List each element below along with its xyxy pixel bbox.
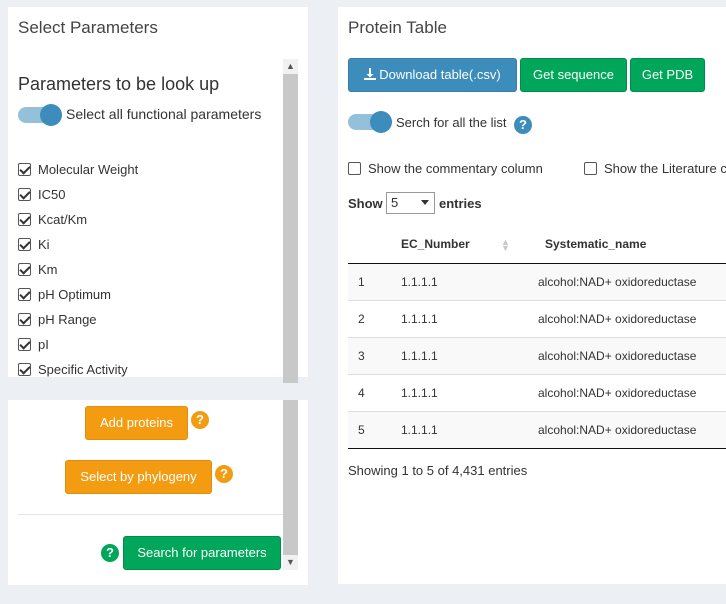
checkbox[interactable] (18, 362, 31, 376)
search-for-parameters-button[interactable]: Search for parameters (123, 536, 281, 570)
question-circle-icon[interactable]: ? (514, 116, 532, 134)
show-label: Show (348, 196, 383, 211)
get-sequence-button[interactable]: Get sequence (520, 58, 627, 92)
param-checkbox-molecular-weight[interactable]: Molecular Weight (18, 160, 138, 178)
sort-icon: ▲ ▼ (501, 236, 510, 253)
param-checkbox-ph-optimum[interactable]: pH Optimum (18, 285, 111, 303)
checkbox[interactable] (18, 287, 31, 301)
show-literature-checkbox[interactable]: Show the Literature c (584, 160, 726, 176)
panel-title: Select Parameters (18, 18, 158, 37)
checkbox[interactable] (18, 262, 31, 276)
checkbox[interactable] (18, 162, 31, 176)
param-checkbox-ic50[interactable]: IC50 (18, 185, 65, 203)
protein-table-panel: Protein Table Download table(.csv) Get s… (338, 7, 726, 584)
param-checkbox-km[interactable]: Km (18, 260, 58, 278)
actions-panel: Add proteins ? Select by phylogeny ? ? S… (8, 400, 308, 585)
divider (18, 514, 288, 515)
checkbox[interactable] (18, 237, 31, 251)
select-all-label: Select all functional parameters (66, 106, 262, 122)
column-header-ec-number[interactable]: EC_Number ▲ ▼ (400, 225, 537, 264)
protein-table: EC_Number ▲ ▼ Systematic_name 1 1.1.1.1 a… (348, 225, 726, 449)
column-header-systematic-name[interactable]: Systematic_name (537, 225, 726, 264)
checkbox[interactable] (18, 337, 31, 351)
question-circle-icon[interactable]: ? (215, 465, 233, 483)
param-checkbox-pi[interactable]: pI (18, 335, 49, 353)
table-row[interactable]: 2 1.1.1.1 alcohol:NAD+ oxidoreductase (348, 300, 726, 338)
param-checkbox-ki[interactable]: Ki (18, 235, 50, 253)
param-checkbox-kcat-km[interactable]: Kcat/Km (18, 210, 87, 228)
table-info-footer: Showing 1 to 5 of 4,431 entries (348, 463, 528, 478)
entries-select[interactable]: 5 (386, 192, 435, 214)
search-all-toggle[interactable] (348, 111, 392, 133)
scroll-up-icon[interactable]: ▲ (283, 59, 298, 74)
table-row[interactable]: 5 1.1.1.1 alcohol:NAD+ oxidoreductase (348, 411, 726, 449)
checkbox[interactable] (18, 187, 31, 201)
search-all-label: Serch for all the list (396, 115, 507, 130)
column-header-index[interactable] (348, 225, 400, 264)
chevron-down-icon (421, 200, 429, 205)
select-parameters-panel: Select Parameters Parameters to be look … (8, 7, 308, 383)
scroll-down-icon[interactable]: ▼ (283, 555, 298, 570)
select-all-toggle[interactable] (18, 104, 62, 126)
parameters-scrollbar[interactable]: ▲ (283, 59, 298, 383)
select-by-phylogeny-button[interactable]: Select by phylogeny (65, 460, 212, 494)
question-circle-icon[interactable]: ? (191, 411, 209, 429)
get-pdb-button[interactable]: Get PDB (630, 58, 705, 92)
checkbox[interactable] (584, 161, 597, 175)
table-row[interactable]: 1 1.1.1.1 alcohol:NAD+ oxidoreductase (348, 263, 726, 301)
checkbox[interactable] (18, 312, 31, 326)
parameters-heading: Parameters to be look up (18, 74, 220, 94)
table-row[interactable]: 4 1.1.1.1 alcohol:NAD+ oxidoreductase (348, 374, 726, 412)
download-icon (364, 68, 377, 80)
panel-title: Protein Table (348, 18, 447, 37)
param-checkbox-ph-range[interactable]: pH Range (18, 310, 97, 328)
actions-scrollbar[interactable]: ▼ (283, 400, 298, 570)
checkbox[interactable] (348, 161, 361, 175)
show-commentary-checkbox[interactable]: Show the commentary column (348, 160, 543, 176)
download-table-button[interactable]: Download table(.csv) (348, 58, 517, 92)
param-checkbox-specific-activity[interactable]: Specific Activity (18, 360, 128, 378)
table-header-row: EC_Number ▲ ▼ Systematic_name (348, 225, 726, 264)
checkbox[interactable] (18, 212, 31, 226)
add-proteins-button[interactable]: Add proteins (85, 406, 188, 440)
parameters-scroll-area: Parameters to be look up Select all func… (8, 59, 308, 383)
entries-label: entries (439, 196, 482, 211)
question-circle-icon[interactable]: ? (101, 544, 119, 562)
table-row[interactable]: 3 1.1.1.1 alcohol:NAD+ oxidoreductase (348, 337, 726, 375)
